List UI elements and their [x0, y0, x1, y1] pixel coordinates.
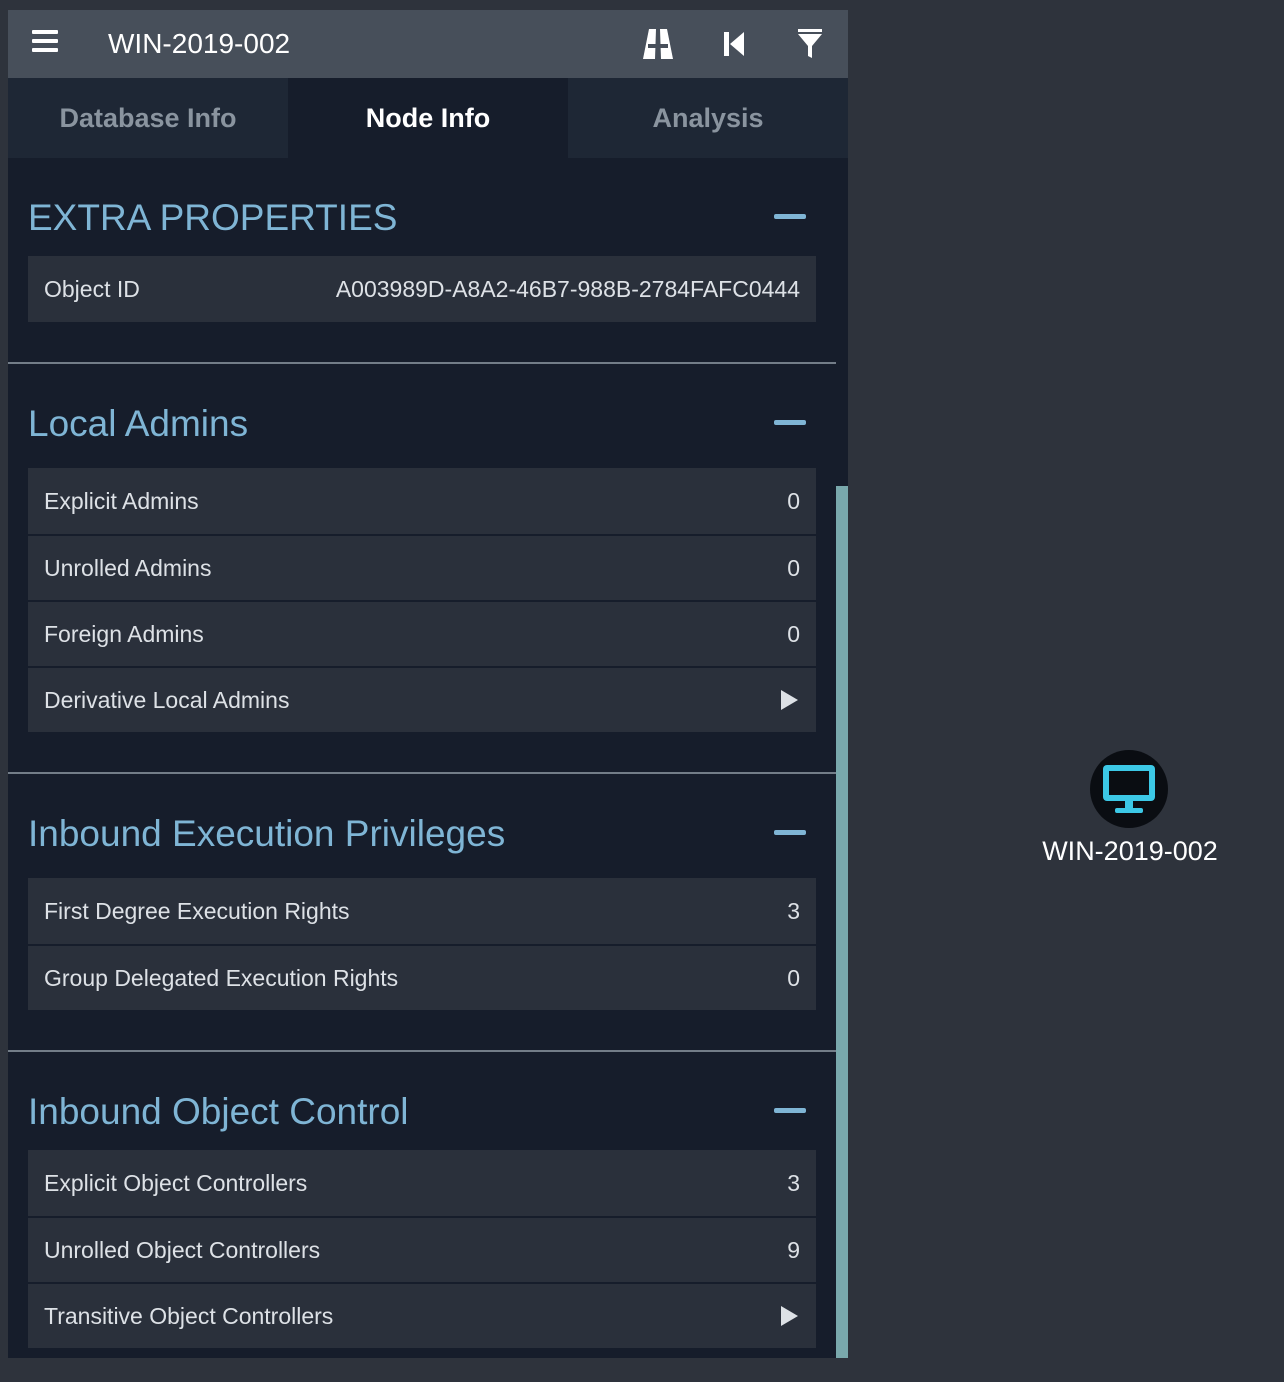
- section-local-admins: Local Admins Explicit Admins 0 Unrolled …: [8, 364, 848, 774]
- tab-analysis[interactable]: Analysis: [568, 78, 848, 158]
- row-label: Explicit Admins: [44, 487, 199, 514]
- local-admins-table: Explicit Admins 0 Unrolled Admins 0 Fore…: [28, 468, 816, 732]
- object-id-value: A003989D-A8A2-46B7-988B-2784FAFC0444: [335, 275, 800, 302]
- section-title: Local Admins: [28, 403, 249, 444]
- table-row[interactable]: Group Delegated Execution Rights 0: [28, 944, 816, 1010]
- collapse-minus-icon[interactable]: [774, 1108, 806, 1113]
- row-count: 3: [787, 1169, 800, 1196]
- section-title: EXTRA PROPERTIES: [28, 197, 398, 238]
- row-label: Unrolled Admins: [44, 554, 212, 581]
- row-label: Foreign Admins: [44, 620, 204, 647]
- filter-icon[interactable]: [792, 26, 828, 62]
- row-count: 0: [787, 620, 800, 647]
- tab-node-info[interactable]: Node Info: [288, 78, 568, 158]
- row-count: 3: [787, 897, 800, 924]
- graph-node-computer[interactable]: [1090, 750, 1168, 828]
- panel-tabs: Database Info Node Info Analysis: [8, 78, 848, 158]
- collapse-minus-icon[interactable]: [774, 214, 806, 219]
- row-count: 0: [787, 964, 800, 991]
- search-bar: [8, 10, 848, 78]
- pathfinding-road-icon[interactable]: [640, 26, 676, 62]
- collapse-minus-icon[interactable]: [774, 420, 806, 425]
- table-row[interactable]: Explicit Object Controllers 3: [28, 1150, 816, 1216]
- scrollbar[interactable]: [836, 486, 848, 1358]
- table-row[interactable]: Foreign Admins 0: [28, 600, 816, 666]
- table-row[interactable]: Transitive Object Controllers: [28, 1282, 816, 1348]
- node-info-content: EXTRA PROPERTIES Object ID A003989D-A8A2…: [8, 158, 848, 1348]
- row-count: 0: [787, 554, 800, 581]
- row-label: Unrolled Object Controllers: [44, 1236, 321, 1263]
- section-title: Inbound Object Control: [28, 1091, 409, 1132]
- search-input[interactable]: [108, 10, 608, 78]
- property-table: Object ID A003989D-A8A2-46B7-988B-2784FA…: [28, 256, 816, 322]
- row-label: Object ID: [44, 275, 140, 302]
- section-extra-properties: EXTRA PROPERTIES Object ID A003989D-A8A2…: [8, 158, 848, 364]
- execution-privileges-table: First Degree Execution Rights 3 Group De…: [28, 878, 816, 1010]
- section-inbound-object-control: Inbound Object Control Explicit Object C…: [8, 1052, 848, 1348]
- row-count: 0: [787, 487, 800, 514]
- row-count: 9: [787, 1236, 800, 1263]
- table-row[interactable]: Explicit Admins 0: [28, 468, 816, 534]
- tab-database-info[interactable]: Database Info: [8, 78, 288, 158]
- row-label: Explicit Object Controllers: [44, 1169, 308, 1196]
- collapse-minus-icon[interactable]: [774, 830, 806, 835]
- row-label: First Degree Execution Rights: [44, 897, 350, 924]
- row-label: Group Delegated Execution Rights: [44, 964, 399, 991]
- section-title: Inbound Execution Privileges: [28, 813, 506, 854]
- computer-monitor-icon: [1103, 765, 1155, 813]
- table-row[interactable]: Derivative Local Admins: [28, 666, 816, 732]
- table-row: Object ID A003989D-A8A2-46B7-988B-2784FA…: [28, 256, 816, 322]
- table-row[interactable]: Unrolled Admins 0: [28, 534, 816, 600]
- section-inbound-execution-privileges: Inbound Execution Privileges First Degre…: [8, 774, 848, 1052]
- table-row[interactable]: Unrolled Object Controllers 9: [28, 1216, 816, 1282]
- back-skip-icon[interactable]: [716, 26, 752, 62]
- node-info-panel: Database Info Node Info Analysis EXTRA P…: [8, 10, 848, 1358]
- table-row[interactable]: First Degree Execution Rights 3: [28, 878, 816, 944]
- row-label: Transitive Object Controllers: [44, 1302, 334, 1329]
- play-arrow-icon[interactable]: [781, 690, 798, 710]
- play-arrow-icon[interactable]: [781, 1306, 798, 1326]
- object-control-table: Explicit Object Controllers 3 Unrolled O…: [28, 1150, 816, 1348]
- graph-node-label: WIN-2019-002: [1042, 836, 1218, 866]
- hamburger-menu-icon[interactable]: [32, 30, 58, 56]
- row-label: Derivative Local Admins: [44, 686, 290, 713]
